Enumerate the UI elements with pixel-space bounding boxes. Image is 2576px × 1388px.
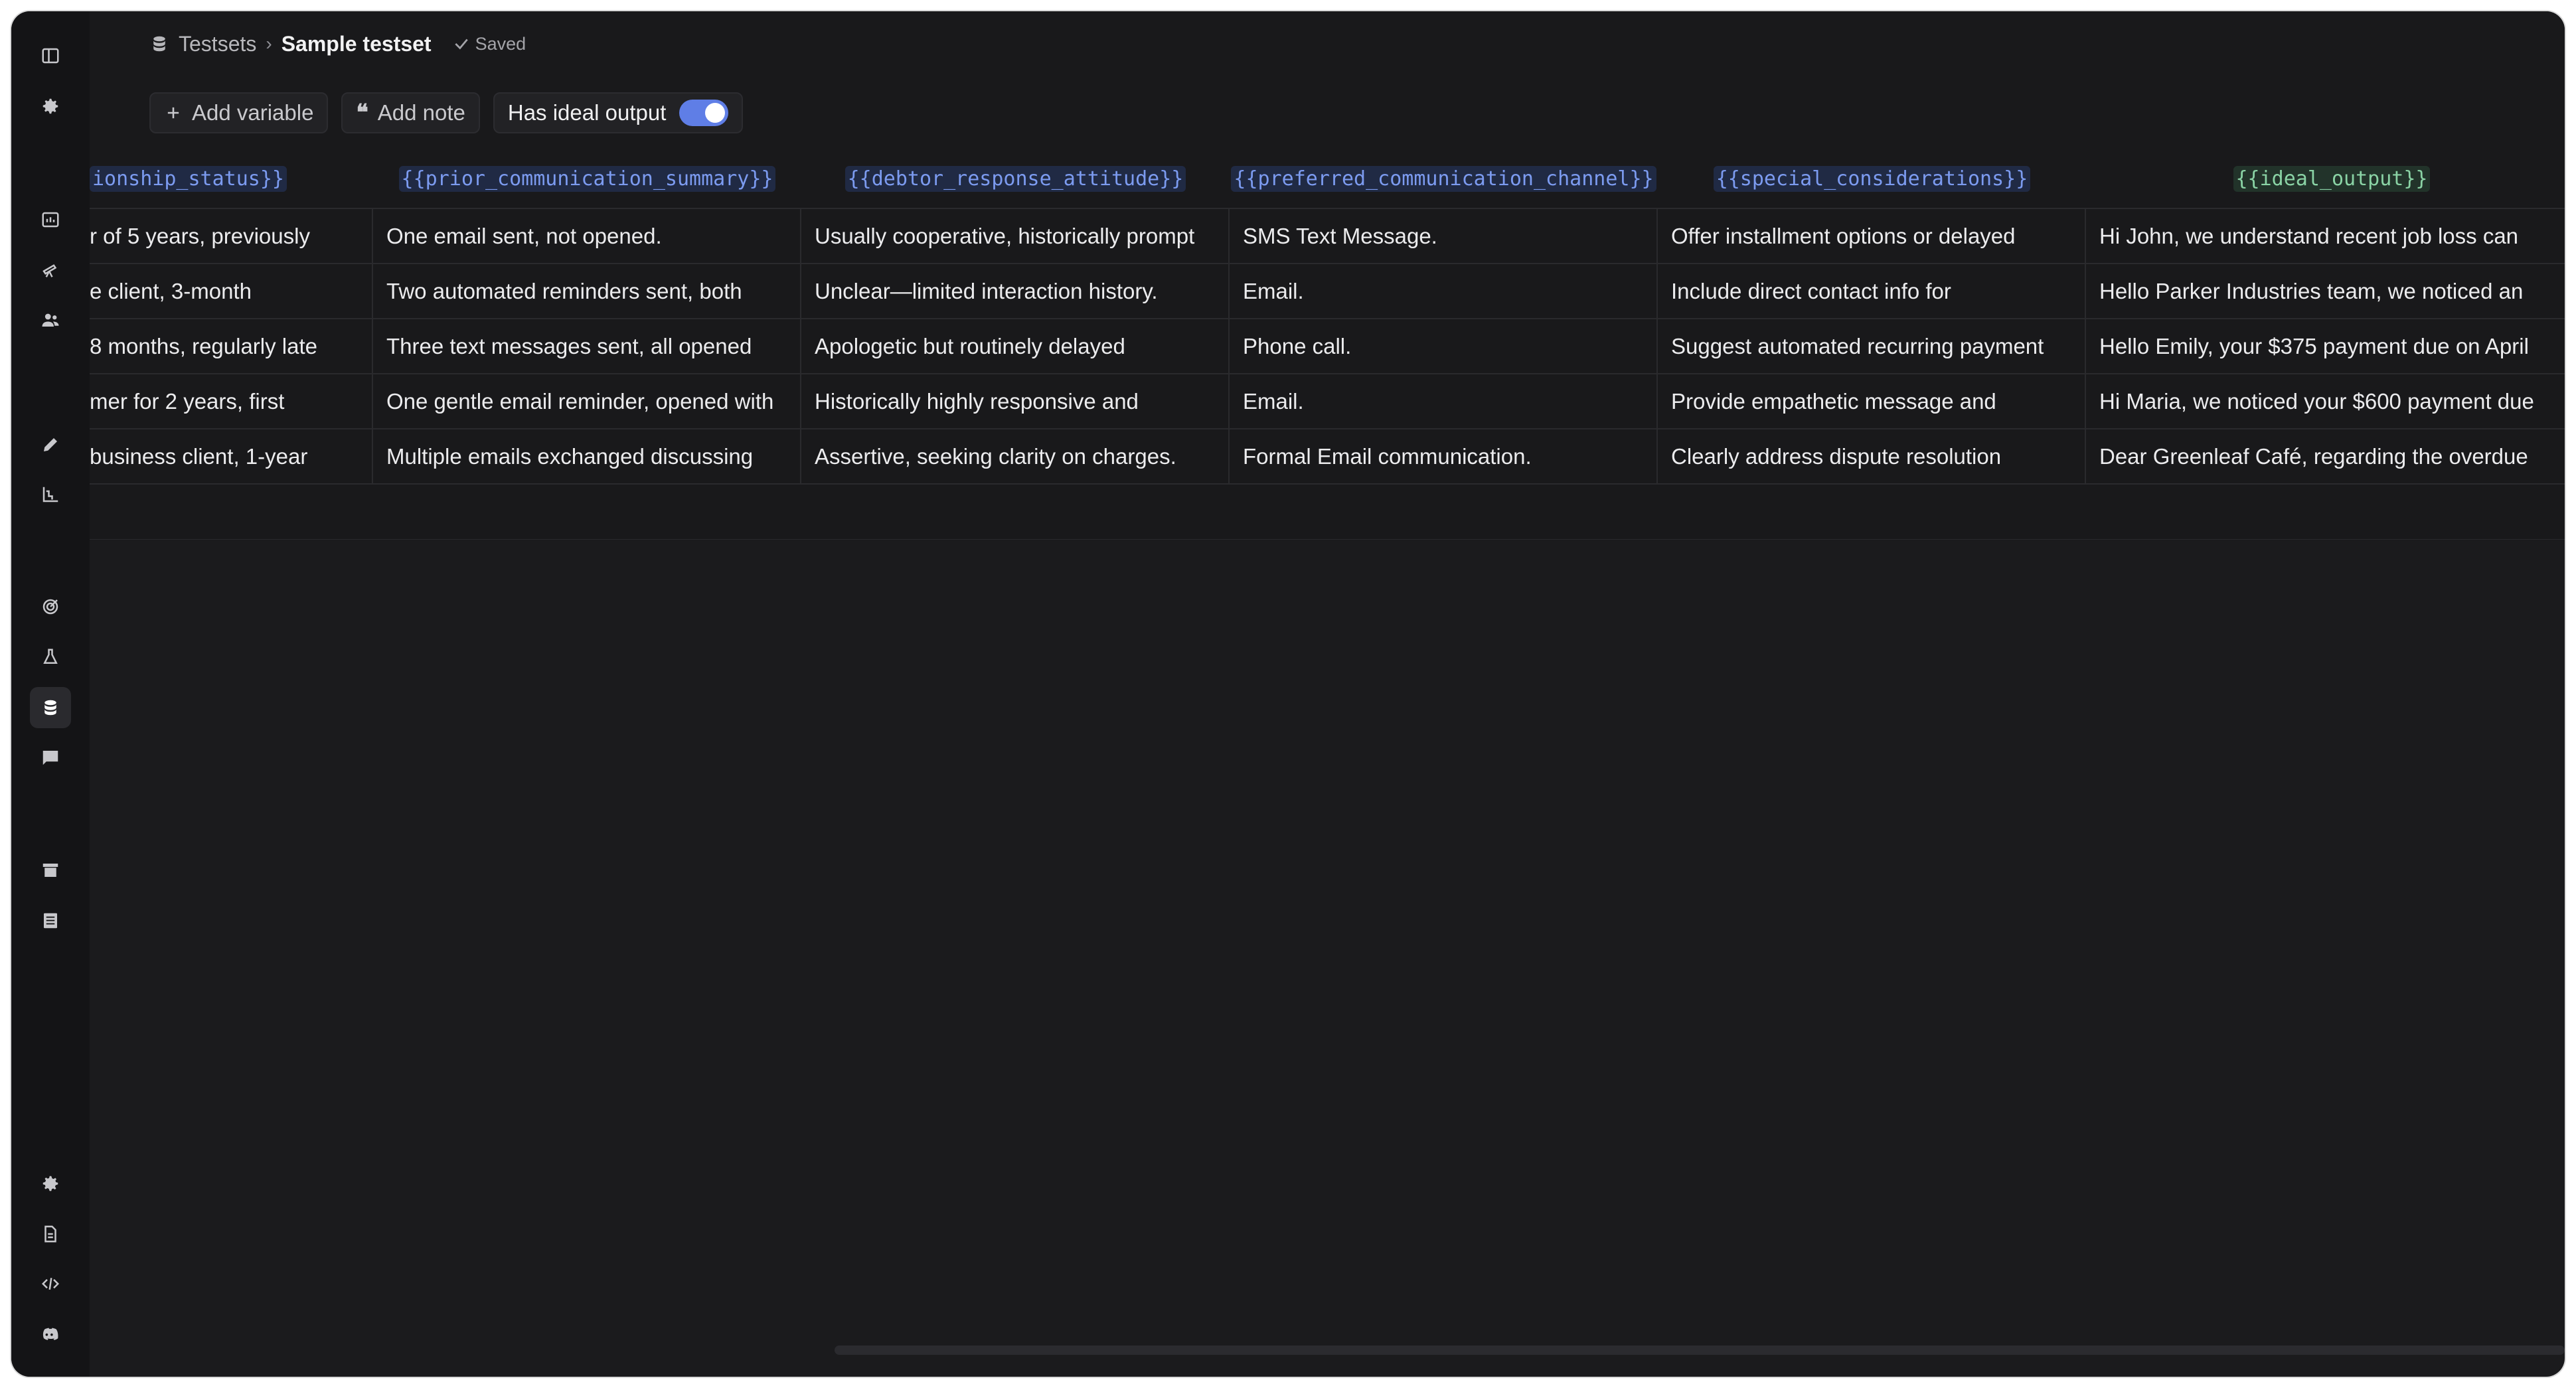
pencil-icon[interactable] bbox=[30, 424, 71, 465]
code-icon[interactable] bbox=[30, 1263, 71, 1304]
feedback-icon[interactable] bbox=[30, 737, 71, 778]
column-header[interactable]: {{preferred_communication_channel}} bbox=[1230, 149, 1658, 208]
column-header[interactable]: {{special_considerations}} bbox=[1658, 149, 2086, 208]
database-icon[interactable] bbox=[30, 687, 71, 728]
column-header[interactable]: {{debtor_response_attitude}} bbox=[801, 149, 1230, 208]
table-cell[interactable]: Provide empathetic message and bbox=[1658, 374, 2086, 429]
table-cell[interactable]: Hello Emily, your $375 payment due on Ap… bbox=[2086, 319, 2565, 374]
table-cell[interactable]: Assertive, seeking clarity on charges. bbox=[801, 429, 1230, 484]
column-header[interactable]: ionship_status}} bbox=[90, 149, 373, 208]
table-cell[interactable]: Clearly address dispute resolution bbox=[1658, 429, 2086, 484]
table-row[interactable]: 8 months, regularly late Three text mess… bbox=[90, 318, 2565, 374]
table-cell[interactable]: Unclear—limited interaction history. bbox=[801, 264, 1230, 319]
quote-icon: ❝ bbox=[356, 100, 368, 125]
table-cell[interactable]: Offer installment options or delayed bbox=[1658, 209, 2086, 264]
settings-icon[interactable] bbox=[30, 86, 71, 127]
chart-icon[interactable] bbox=[30, 474, 71, 515]
saved-status: Saved bbox=[453, 34, 526, 54]
breadcrumb: Testsets › Sample testset Saved bbox=[90, 11, 2565, 76]
add-note-label: Add note bbox=[377, 100, 465, 125]
page-title: Sample testset bbox=[281, 31, 432, 56]
table-cell[interactable]: Suggest automated recurring payment bbox=[1658, 319, 2086, 374]
plus-icon bbox=[167, 107, 179, 119]
discord-icon[interactable] bbox=[30, 1314, 71, 1355]
table-cell[interactable]: e client, 3-month bbox=[90, 264, 373, 319]
testset-table: ionship_status}} {{prior_communication_s… bbox=[90, 149, 2565, 540]
table-cell[interactable]: One email sent, not opened. bbox=[373, 209, 801, 264]
table-row[interactable]: business client, 1-year Multiple emails … bbox=[90, 428, 2565, 484]
table-cell[interactable]: Hello Parker Industries team, we noticed… bbox=[2086, 264, 2565, 319]
table-cell[interactable]: r of 5 years, previously bbox=[90, 209, 373, 264]
table-cell[interactable]: Hi Maria, we noticed your $600 payment d… bbox=[2086, 374, 2565, 429]
table-empty-row bbox=[90, 483, 2565, 540]
flask-icon[interactable] bbox=[30, 637, 71, 678]
add-variable-label: Add variable bbox=[192, 100, 314, 125]
breadcrumb-testsets-link[interactable]: Testsets bbox=[179, 32, 256, 56]
sidebar bbox=[11, 11, 90, 1377]
ideal-output-toggle[interactable] bbox=[679, 100, 729, 126]
add-note-button[interactable]: ❝ Add note bbox=[341, 92, 480, 133]
table-cell[interactable]: Email. bbox=[1230, 264, 1658, 319]
ideal-output-label: Has ideal output bbox=[507, 100, 667, 125]
table-cell[interactable]: Two automated reminders sent, both bbox=[373, 264, 801, 319]
table-cell[interactable]: 8 months, regularly late bbox=[90, 319, 373, 374]
saved-status-label: Saved bbox=[475, 33, 526, 54]
table-cell[interactable]: SMS Text Message. bbox=[1230, 209, 1658, 264]
horizontal-scrollbar[interactable] bbox=[835, 1346, 2565, 1355]
toolbar: Add variable ❝ Add note Has ideal output bbox=[90, 76, 2565, 151]
ideal-output-toggle-group: Has ideal output bbox=[493, 92, 744, 133]
table-cell[interactable]: Multiple emails exchanged discussing bbox=[373, 429, 801, 484]
breadcrumb-separator: › bbox=[266, 33, 272, 54]
table-header-row: ionship_status}} {{prior_communication_s… bbox=[90, 149, 2565, 208]
table-cell[interactable]: Apologetic but routinely delayed bbox=[801, 319, 1230, 374]
table-cell[interactable]: mer for 2 years, first bbox=[90, 374, 373, 429]
table-cell[interactable]: One gentle email reminder, opened with bbox=[373, 374, 801, 429]
telescope-icon[interactable] bbox=[30, 249, 71, 290]
add-variable-button[interactable]: Add variable bbox=[149, 92, 329, 133]
table-cell[interactable]: Dear Greenleaf Café, regarding the overd… bbox=[2086, 429, 2565, 484]
table-cell[interactable]: Phone call. bbox=[1230, 319, 1658, 374]
app-window: Testsets › Sample testset Saved Add vari… bbox=[11, 11, 2565, 1377]
table-icon[interactable] bbox=[30, 900, 71, 941]
target-icon[interactable] bbox=[30, 586, 71, 627]
column-header[interactable]: {{prior_communication_summary}} bbox=[373, 149, 801, 208]
table-cell[interactable]: Formal Email communication. bbox=[1230, 429, 1658, 484]
table-row[interactable]: r of 5 years, previously One email sent,… bbox=[90, 208, 2565, 264]
table-row[interactable]: mer for 2 years, first One gentle email … bbox=[90, 373, 2565, 429]
dashboard-icon[interactable] bbox=[30, 199, 71, 240]
table-cell[interactable]: Three text messages sent, all opened bbox=[373, 319, 801, 374]
column-header[interactable]: {{ideal_output}} bbox=[2086, 149, 2565, 208]
table-cell[interactable]: business client, 1-year bbox=[90, 429, 373, 484]
check-icon bbox=[454, 39, 468, 50]
database-icon bbox=[153, 36, 165, 52]
panel-toggle-icon[interactable] bbox=[30, 35, 71, 76]
table-cell[interactable]: Include direct contact info for bbox=[1658, 264, 2086, 319]
table-cell[interactable]: Email. bbox=[1230, 374, 1658, 429]
table-cell[interactable]: Hi John, we understand recent job loss c… bbox=[2086, 209, 2565, 264]
archive-icon[interactable] bbox=[30, 850, 71, 891]
users-icon[interactable] bbox=[30, 299, 71, 341]
table-cell[interactable]: Usually cooperative, historically prompt bbox=[801, 209, 1230, 264]
table-row[interactable]: e client, 3-month Two automated reminder… bbox=[90, 263, 2565, 319]
table-cell[interactable]: Historically highly responsive and bbox=[801, 374, 1230, 429]
document-icon[interactable] bbox=[30, 1213, 71, 1255]
toggle-knob bbox=[705, 103, 726, 123]
settings-icon[interactable] bbox=[30, 1163, 71, 1204]
